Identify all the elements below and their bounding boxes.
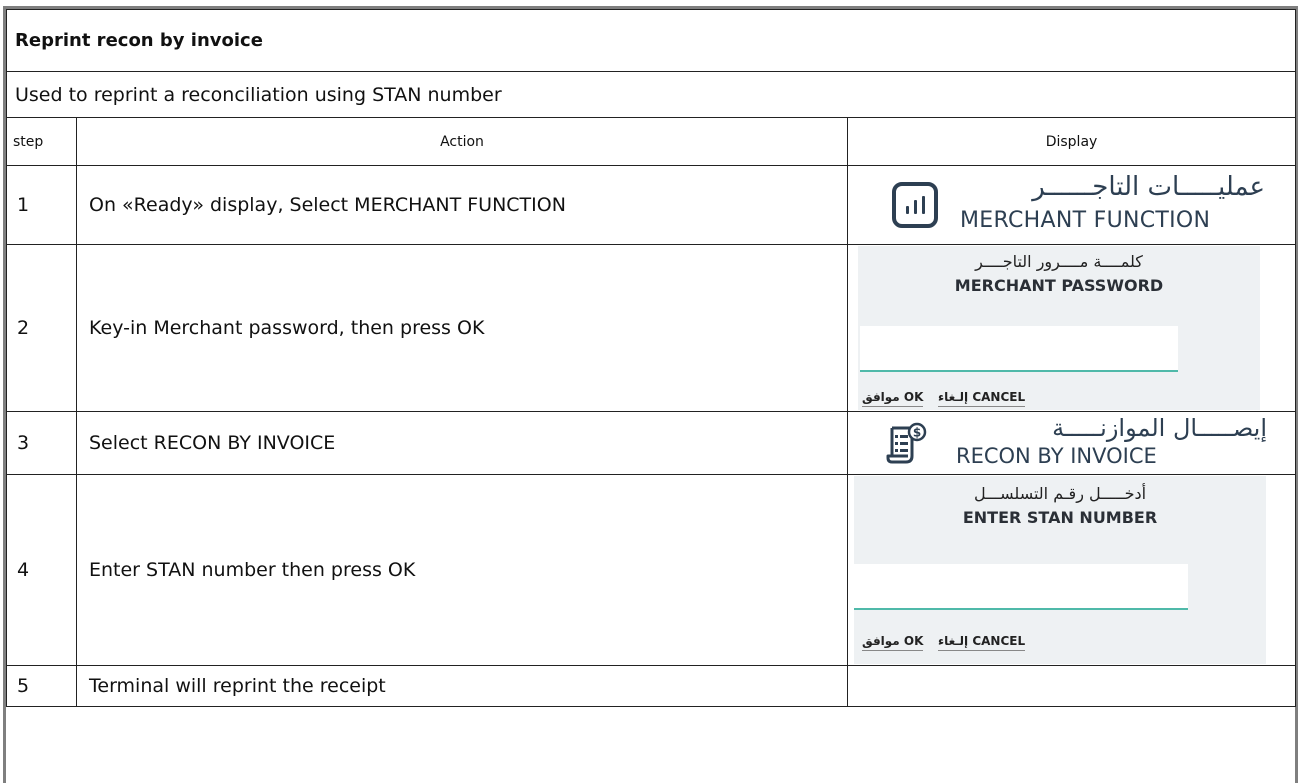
step-number: 5	[6, 665, 77, 707]
password-input	[860, 326, 1178, 372]
table-row: 4 Enter STAN number then press OK أدخـــ…	[6, 474, 1297, 666]
step-action: On «Ready» display, Select MERCHANT FUNC…	[76, 165, 848, 245]
recon-by-invoice-tile: $ إيصـــــال الموازنـــــة RECON BY INVO…	[848, 412, 1295, 474]
table-row: 1 On «Ready» display, Select MERCHANT FU…	[6, 165, 1297, 245]
bar-chart-icon	[892, 182, 938, 228]
cancel-button: إلـغاء CANCEL	[938, 634, 1026, 651]
step-display: عمليـــــات التاجــــــر MERCHANT FUNCTI…	[846, 165, 1297, 245]
step-action: Key-in Merchant password, then press OK	[76, 244, 848, 412]
receipt-dollar-icon: $	[886, 422, 927, 464]
stan-input	[854, 564, 1188, 610]
table-title: Reprint recon by invoice	[5, 9, 1297, 72]
svg-text:$: $	[913, 426, 921, 440]
ok-button: موافق OK	[862, 634, 924, 651]
password-title-arabic: كلمــــة مــــرور التاجــــر	[975, 252, 1143, 271]
password-screen: كلمــــة مــــرور التاجــــر MERCHANT PA…	[858, 246, 1260, 410]
step-action: Select RECON BY INVOICE	[76, 411, 848, 475]
header-action: Action	[76, 117, 848, 166]
step-display: كلمــــة مــــرور التاجــــر MERCHANT PA…	[846, 244, 1297, 412]
procedure-table: Reprint recon by invoice Used to reprint…	[5, 9, 1297, 707]
table-description: Used to reprint a reconciliation using S…	[5, 71, 1297, 118]
cancel-button: إلـغاء CANCEL	[938, 390, 1026, 407]
step-display: أدخـــــل رقـم التسلســـل ENTER STAN NUM…	[846, 474, 1297, 666]
password-title-english: MERCHANT PASSWORD	[954, 276, 1164, 295]
stan-title-english: ENTER STAN NUMBER	[962, 508, 1158, 527]
table-row: 3 Select RECON BY INVOICE $ إيصـــــال ا…	[6, 411, 1297, 475]
step-display	[846, 665, 1297, 707]
header-display: Display	[846, 117, 1297, 166]
merchant-function-arabic: عمليـــــات التاجــــــر	[1032, 172, 1266, 202]
step-number: 4	[6, 474, 77, 666]
stan-entry-screen: أدخـــــل رقـم التسلســـل ENTER STAN NUM…	[854, 476, 1266, 664]
merchant-function-english: MERCHANT FUNCTION	[960, 208, 1211, 233]
ok-button: موافق OK	[862, 390, 924, 407]
recon-by-invoice-arabic: إيصـــــال الموازنـــــة	[1052, 414, 1268, 442]
step-action: Enter STAN number then press OK	[76, 474, 848, 666]
recon-by-invoice-english: RECON BY INVOICE	[956, 444, 1157, 468]
header-row: step Action Display	[6, 117, 1297, 166]
stan-title-arabic: أدخـــــل رقـم التسلســـل	[973, 484, 1147, 503]
header-step: step	[6, 117, 77, 166]
merchant-function-tile: عمليـــــات التاجــــــر MERCHANT FUNCTI…	[848, 166, 1295, 244]
step-number: 3	[6, 411, 77, 475]
step-number: 2	[6, 244, 77, 412]
table-row: 2 Key-in Merchant password, then press O…	[6, 244, 1297, 412]
table-row: 5 Terminal will reprint the receipt	[6, 665, 1297, 707]
step-number: 1	[6, 165, 77, 245]
step-action: Terminal will reprint the receipt	[76, 665, 848, 707]
step-display: $ إيصـــــال الموازنـــــة RECON BY INVO…	[846, 411, 1297, 475]
